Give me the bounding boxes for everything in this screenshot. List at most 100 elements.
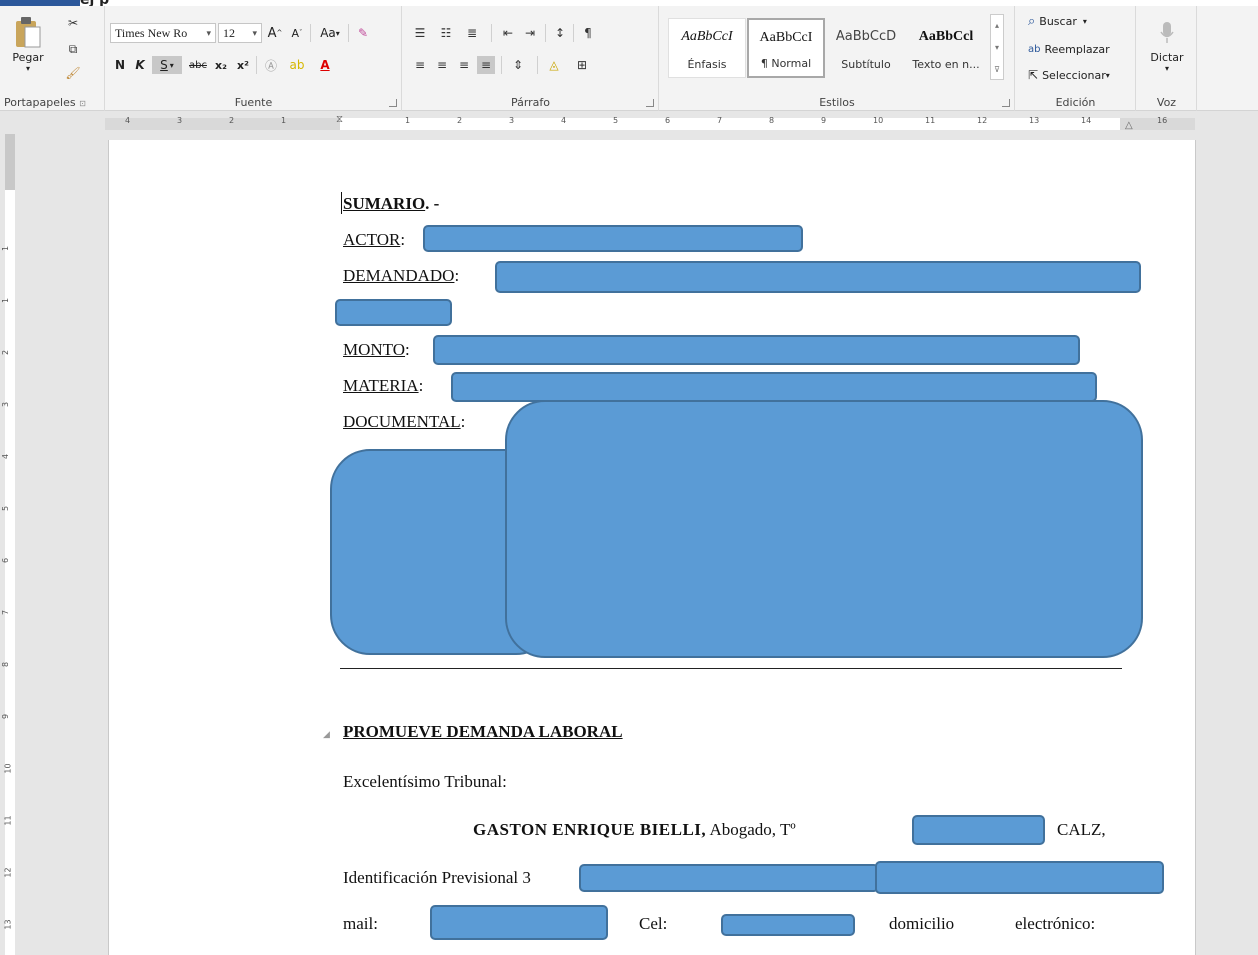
bold-button[interactable]: N: [112, 56, 128, 74]
font-separator-2: [348, 24, 349, 42]
decrease-indent-icon[interactable]: ⇤: [499, 24, 517, 42]
vruler-number: 10: [3, 763, 13, 774]
style-strong[interactable]: AaBbCcl Texto en n...: [907, 18, 985, 78]
cel-label: Cel:: [639, 914, 668, 933]
paragraph-dialog-launcher[interactable]: [646, 99, 654, 107]
vruler-text-area: [5, 134, 15, 955]
format-painter-icon[interactable]: 🖌: [64, 64, 82, 82]
select-label: Seleccionar: [1042, 68, 1106, 82]
text-cursor: [341, 192, 342, 214]
ruler-number: 13: [1029, 116, 1040, 125]
vruler-number: 7: [1, 609, 11, 616]
sumario-label: SUMARIO: [343, 194, 426, 213]
font-family-select[interactable]: Times New Ro ▾: [110, 23, 216, 43]
select-button[interactable]: ⇱ Seleccionar ▾: [1028, 66, 1110, 84]
ruler-number: 16: [1157, 116, 1168, 125]
line-spacing-icon[interactable]: ⇕: [509, 56, 527, 74]
styles-gallery-scroll[interactable]: ▴ ▾ ⊽: [990, 14, 1004, 80]
ruler-number: 8: [769, 116, 775, 125]
style-subtitle[interactable]: AaBbCcD Subtítulo: [827, 18, 905, 78]
redaction-mail: [430, 905, 608, 940]
paste-button[interactable]: Pegar ▾: [6, 12, 50, 76]
justify-icon[interactable]: ≡: [477, 56, 495, 74]
sort-icon[interactable]: ↕: [551, 24, 569, 42]
show-marks-icon[interactable]: ¶: [579, 24, 597, 42]
materia-colon: :: [418, 376, 424, 395]
subscript-button[interactable]: x₂: [212, 56, 230, 74]
para1-name: GASTON ENRIQUE BIELLI, Abogado, Tº: [473, 820, 796, 840]
monto-line: MONTO:: [343, 340, 410, 360]
font-color-icon[interactable]: A: [316, 56, 334, 74]
mail-label: mail:: [343, 914, 378, 933]
change-case-button[interactable]: Aa ▾: [316, 24, 344, 42]
actor-label: ACTOR: [343, 230, 401, 249]
styles-group-label: Estilos: [819, 96, 855, 109]
electronico-label: electrónico:: [1015, 914, 1096, 933]
domicilio-label: domicilio: [889, 914, 955, 933]
highlight-icon[interactable]: ab: [288, 56, 306, 74]
style-normal-sample: AaBbCcI: [759, 30, 813, 45]
bullets-icon[interactable]: ☰: [411, 24, 429, 42]
underline-label: S: [160, 58, 168, 72]
find-button[interactable]: ⌕ Buscar ▾: [1028, 12, 1087, 30]
microphone-icon: [1160, 22, 1174, 43]
ruler-number: 6: [665, 116, 671, 125]
shrink-font-button[interactable]: Aˇ: [288, 24, 306, 42]
grow-font-button[interactable]: A ^: [266, 24, 284, 42]
redaction-demandado: [495, 261, 1141, 293]
paragraph-separator-5: [537, 56, 538, 74]
monto-label: MONTO: [343, 340, 406, 359]
demandado-colon: :: [454, 266, 460, 285]
style-strong-sample: AaBbCcl: [918, 29, 974, 44]
style-subtitle-name: Subtítulo: [841, 58, 891, 71]
redaction-block-right: [505, 400, 1143, 658]
cut-icon[interactable]: ✂: [64, 14, 82, 32]
dictate-label: Dictar: [1150, 51, 1184, 64]
align-left-icon[interactable]: ≡: [411, 56, 429, 74]
right-indent-marker[interactable]: △: [1125, 120, 1133, 131]
dictate-button[interactable]: Dictar ▾: [1141, 12, 1193, 82]
vertical-ruler[interactable]: 11234567891011121314: [0, 134, 18, 955]
ruler-number: 14: [1081, 116, 1092, 125]
shading-icon[interactable]: ◬: [545, 56, 563, 74]
superscript-button[interactable]: x²: [234, 56, 252, 74]
style-emphasis[interactable]: AaBbCcI Énfasis: [668, 18, 746, 78]
vruler-number: 5: [1, 505, 11, 512]
underline-button[interactable]: S ▾: [152, 56, 182, 74]
vruler-number: 12: [3, 867, 13, 878]
styles-dialog-launcher[interactable]: [1002, 99, 1010, 107]
strikethrough-button[interactable]: abc: [186, 56, 210, 74]
copy-icon[interactable]: ⧉: [64, 40, 82, 58]
horizontal-ruler[interactable]: 4 3 2 1 1 2 3 4 5 6 7 8 9 10 11 12 13 14 16 ⧖ △: [0, 112, 1258, 134]
indent-marker[interactable]: ⧖: [336, 114, 343, 125]
align-right-icon[interactable]: ≡: [455, 56, 473, 74]
vruler-number: 1: [1, 245, 11, 252]
vruler-number: 3: [1, 401, 11, 408]
replace-button[interactable]: ab Reemplazar: [1028, 40, 1110, 58]
paste-icon: [16, 17, 41, 48]
clear-formatting-icon[interactable]: ✎: [354, 24, 372, 42]
numbering-icon[interactable]: ☷: [437, 24, 455, 42]
monto-colon: :: [405, 340, 410, 359]
text-effects-icon[interactable]: Ⓐ: [262, 56, 280, 74]
vruler-number: 9: [1, 713, 11, 720]
collapse-heading-icon[interactable]: ◢: [323, 730, 330, 740]
font-size-select[interactable]: 12 ▾: [218, 23, 262, 43]
ruler-number: 5: [613, 116, 619, 125]
paragraph-separator-2: [545, 24, 546, 42]
multilevel-list-icon[interactable]: ≣: [463, 24, 481, 42]
calz-text: CALZ,: [1057, 820, 1106, 839]
documental-colon: :: [460, 412, 466, 431]
borders-icon[interactable]: ⊞: [573, 56, 591, 74]
increase-indent-icon[interactable]: ⇥: [521, 24, 539, 42]
align-center-icon[interactable]: ≡: [433, 56, 451, 74]
style-normal[interactable]: AaBbCcI ¶ Normal: [747, 18, 825, 78]
group-editing: ⌕ Buscar ▾ ab Reemplazar ⇱ Seleccionar ▾ Edic…: [1016, 6, 1136, 111]
paragraph-separator-4: [501, 56, 502, 74]
italic-button[interactable]: K: [132, 56, 148, 74]
font-dialog-launcher[interactable]: [389, 99, 397, 107]
document-page[interactable]: SUMARIO. - ACTOR: DEMANDADO: MONTO: MATE…: [108, 140, 1196, 955]
vruler-number: 6: [1, 557, 11, 564]
redaction-monto: [433, 335, 1080, 365]
find-label: Buscar: [1039, 14, 1077, 28]
